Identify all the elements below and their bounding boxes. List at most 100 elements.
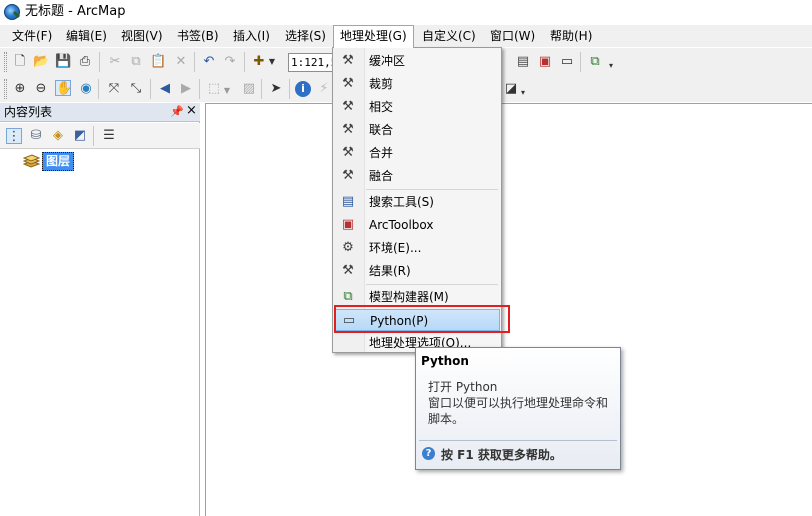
add-data-icon[interactable]: ✚ — [251, 54, 267, 70]
list-by-selection-icon[interactable]: ◩ — [72, 128, 88, 144]
toolbar-separator — [150, 79, 151, 99]
search-window-icon[interactable]: ▤ — [515, 54, 531, 70]
toolbar-separator — [244, 52, 245, 72]
delete-icon[interactable]: ✕ — [173, 54, 189, 70]
hammer-icon: ⚒ — [342, 53, 354, 68]
cut-icon[interactable]: ✂ — [107, 54, 123, 70]
options-icon[interactable]: ☰ — [101, 128, 117, 144]
tooltip-line: 脚本。 — [428, 412, 465, 426]
menu-item-label: 缓冲区 — [369, 54, 406, 68]
zoom-out-icon[interactable]: ⊖ — [33, 81, 49, 97]
open-folder-icon[interactable]: 📂 — [33, 54, 49, 70]
menu-item-merge[interactable]: ⚒ 合并 — [334, 142, 500, 164]
menu-item-label: 环境(E)... — [369, 241, 422, 255]
copy-icon[interactable]: ⧉ — [128, 54, 144, 70]
menu-edit[interactable]: 编辑(E) — [65, 25, 108, 47]
annotation-highlight-box — [334, 305, 510, 333]
toolbar-separator — [199, 79, 200, 99]
menu-item-environments[interactable]: ⚙ 环境(E)... — [334, 237, 500, 259]
menu-item-search-tools[interactable]: ▤ 搜索工具(S) — [334, 191, 500, 213]
menu-item-label: 搜索工具(S) — [369, 195, 434, 209]
window-title: 无标题 - ArcMap — [25, 4, 126, 19]
menu-customize[interactable]: 自定义(C) — [421, 25, 477, 47]
new-document-icon[interactable]: 🗋 — [12, 54, 28, 70]
hammer-icon: ⚒ — [342, 168, 354, 183]
tooltip-description: 打开 Python 窗口以便可以执行地理处理命令和 脚本。 — [428, 379, 618, 427]
menu-item-label: 联合 — [369, 123, 394, 137]
hammer-icon: ⚒ — [342, 99, 354, 114]
viewer-window-icon[interactable]: ◪ — [503, 81, 519, 97]
toolbar-grip[interactable] — [4, 52, 7, 72]
pan-hand-icon[interactable]: ✋ — [55, 80, 72, 96]
toolbar-separator — [289, 79, 290, 99]
full-extent-globe-icon[interactable]: ◉ — [78, 81, 94, 97]
map-scale-input[interactable]: 1:121,5 — [288, 53, 334, 72]
environment-icon: ⚙ — [342, 240, 354, 255]
arctoolbox-icon[interactable]: ▣ — [537, 54, 553, 70]
menu-item-intersect[interactable]: ⚒ 相交 — [334, 96, 500, 118]
tooltip-line: 打开 Python — [428, 380, 498, 394]
menu-item-label: 融合 — [369, 169, 394, 183]
list-by-visibility-icon[interactable]: ◈ — [50, 128, 66, 144]
toolbar-separator — [580, 52, 581, 72]
back-arrow-icon[interactable]: ◀ — [157, 81, 173, 97]
toolbar-options-icon[interactable]: ▾ — [606, 58, 616, 74]
layers-data-frame-label[interactable]: 图层 — [42, 152, 75, 171]
menu-view[interactable]: 视图(V) — [120, 25, 164, 47]
forward-arrow-icon[interactable]: ▶ — [178, 81, 194, 97]
menu-insert[interactable]: 插入(I) — [232, 25, 271, 47]
menu-item-label: 裁剪 — [369, 77, 394, 91]
menu-item-dissolve[interactable]: ⚒ 融合 — [334, 165, 500, 187]
menu-bookmarks[interactable]: 书签(B) — [176, 25, 220, 47]
tooltip-divider — [419, 440, 617, 441]
menu-item-label: 相交 — [369, 100, 394, 114]
toolbar-separator — [98, 79, 99, 99]
chevron-down-icon[interactable]: ▼ — [222, 83, 232, 99]
menu-item-clip[interactable]: ⚒ 裁剪 — [334, 73, 500, 95]
close-icon[interactable]: × — [186, 103, 198, 119]
print-icon[interactable]: ⎙ — [77, 54, 93, 70]
paste-icon[interactable]: 📋 — [150, 54, 166, 70]
redo-icon[interactable]: ↷ — [222, 54, 238, 70]
menu-item-union[interactable]: ⚒ 联合 — [334, 119, 500, 141]
clear-selection-icon[interactable]: ▨ — [241, 81, 257, 97]
identify-icon[interactable]: i — [295, 81, 311, 97]
hammer-icon: ⚒ — [342, 145, 354, 160]
menu-window[interactable]: 窗口(W) — [489, 25, 536, 47]
pin-icon[interactable]: 📌 — [170, 104, 184, 120]
toolbar-separator — [194, 52, 195, 72]
select-features-icon[interactable]: ⬚ — [206, 81, 222, 97]
select-elements-arrow-icon[interactable]: ➤ — [268, 81, 284, 97]
toolbox-icon: ▣ — [341, 217, 355, 232]
toc-title: 内容列表 — [4, 105, 53, 119]
menu-item-arctoolbox[interactable]: ▣ ArcToolbox — [334, 214, 500, 236]
menu-item-label: 结果(R) — [369, 264, 411, 278]
chevron-down-icon[interactable]: ▼ — [267, 54, 277, 70]
undo-icon[interactable]: ↶ — [201, 54, 217, 70]
hyperlink-icon[interactable]: ⚡ — [316, 81, 332, 97]
toolbar-grip[interactable] — [4, 79, 7, 99]
python-window-icon[interactable]: ▭ — [559, 54, 575, 70]
menu-item-buffer[interactable]: ⚒ 缓冲区 — [334, 50, 500, 72]
menu-help[interactable]: 帮助(H) — [549, 25, 593, 47]
fixed-zoom-out-icon[interactable]: ⤡ — [128, 81, 144, 97]
hammer-icon: ⚒ — [342, 76, 354, 91]
toolbar-separator — [261, 79, 262, 99]
menu-file[interactable]: 文件(F) — [11, 25, 53, 47]
results-icon: ⚒ — [342, 263, 354, 278]
hammer-icon: ⚒ — [342, 122, 354, 137]
menu-select[interactable]: 选择(S) — [284, 25, 327, 47]
toolbar-options-icon[interactable]: ▾ — [518, 85, 528, 101]
list-by-source-icon[interactable]: ⛁ — [28, 128, 44, 144]
fixed-zoom-in-icon[interactable]: ⤧ — [106, 81, 122, 97]
menu-item-results[interactable]: ⚒ 结果(R) — [334, 260, 500, 282]
menu-separator — [366, 189, 498, 190]
save-icon[interactable]: 💾 — [55, 54, 71, 70]
tooltip-help-text: 按 F1 获取更多帮助。 — [441, 448, 562, 462]
zoom-in-icon[interactable]: ⊕ — [12, 81, 28, 97]
toolbar-separator — [93, 126, 94, 146]
list-by-drawing-order-icon[interactable]: ⋮ — [6, 128, 22, 144]
menu-item-label: 合并 — [369, 146, 394, 160]
menu-geoprocessing[interactable]: 地理处理(G) — [333, 25, 414, 48]
modelbuilder-icon[interactable]: ⧉ — [587, 54, 603, 70]
